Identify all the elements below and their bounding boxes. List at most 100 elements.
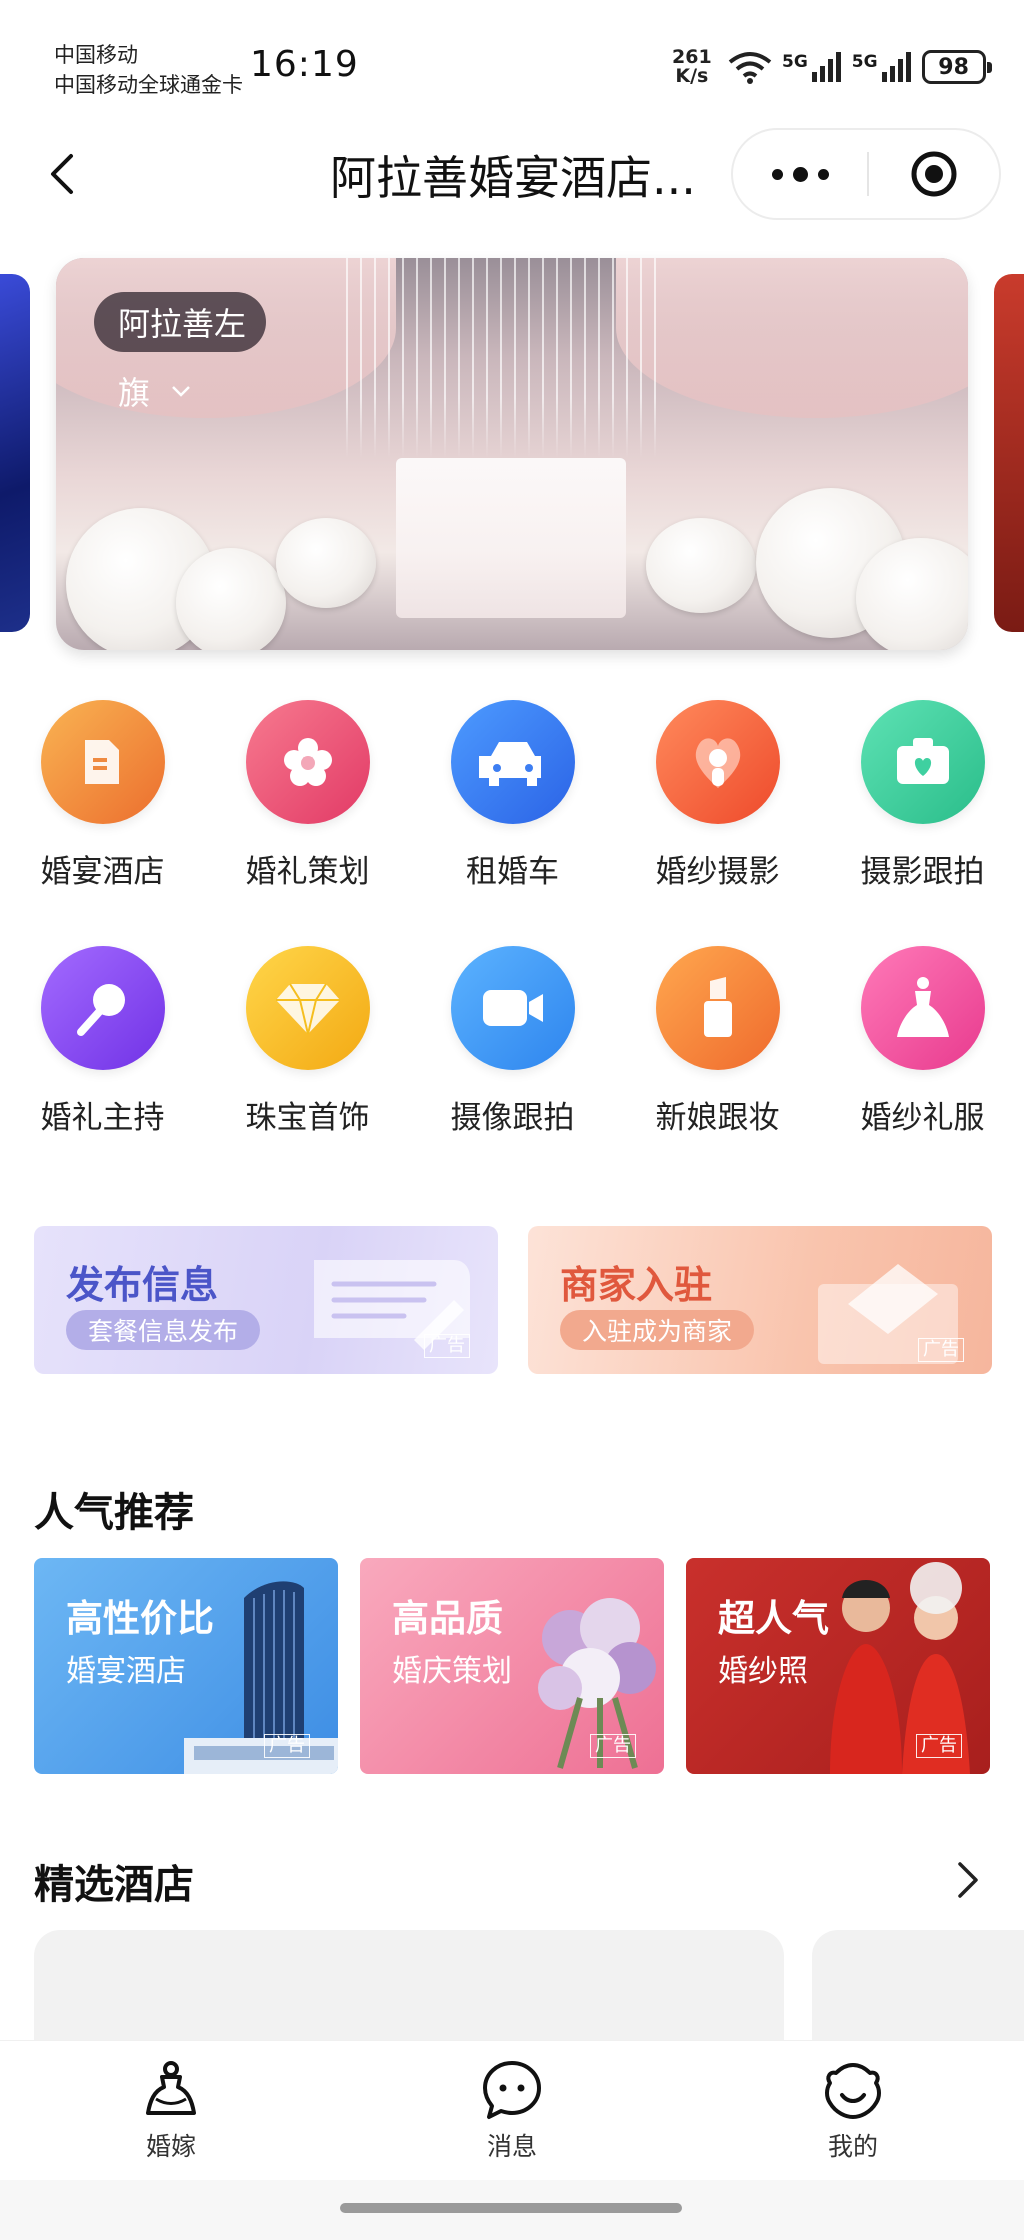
category-label: 珠宝首饰 xyxy=(245,1100,370,1136)
dress-icon xyxy=(860,946,985,1070)
category-photo-follow[interactable]: 摄影跟拍 xyxy=(820,700,1024,910)
category-label: 婚纱摄影 xyxy=(655,854,780,890)
hotels-section-title: 精选酒店 xyxy=(34,1862,194,1908)
category-wedding-dress[interactable]: 婚纱礼服 xyxy=(820,946,1024,1156)
chandelier-decoration xyxy=(346,258,666,458)
category-label: 摄影跟拍 xyxy=(860,854,985,890)
promo-title: 商家入驻 xyxy=(560,1263,713,1307)
rec-card-title: 超人气 xyxy=(718,1597,829,1640)
carrier-line-1: 中国移动 xyxy=(54,43,138,67)
category-label: 婚礼策划 xyxy=(245,854,370,890)
page-title: 阿拉善婚宴酒店... xyxy=(330,151,696,205)
chevron-right-icon xyxy=(958,1862,978,1898)
signal-bars-icon xyxy=(881,52,911,82)
rec-card-subtitle: 婚庆策划 xyxy=(392,1654,512,1689)
rec-card-title: 高品质 xyxy=(392,1597,503,1640)
category-wedding-hotel[interactable]: 婚宴酒店 xyxy=(0,700,205,910)
microphone-icon xyxy=(40,946,165,1070)
hotels-more-button[interactable] xyxy=(946,1858,990,1902)
category-wedding-host[interactable]: 婚礼主持 xyxy=(0,946,205,1156)
status-bar: 中国移动 中国移动全球通金卡 16:19 261 K/s 5G 5G 98 xyxy=(0,0,1024,120)
promo-title: 发布信息 xyxy=(66,1263,219,1307)
promo-pill: 入驻成为商家 xyxy=(560,1310,755,1350)
tab-label: 消息 xyxy=(486,2132,537,2161)
banner-prev-slide[interactable] xyxy=(0,274,30,632)
network-speed-unit: K/s xyxy=(675,65,709,87)
wifi-icon xyxy=(728,52,772,84)
flower-icon xyxy=(245,700,370,824)
promo-publish-info[interactable]: 发布信息 套餐信息发布 广告 xyxy=(34,1226,498,1374)
close-button[interactable] xyxy=(869,130,999,218)
hotel-icon xyxy=(40,700,165,824)
home-indicator[interactable] xyxy=(340,2203,682,2213)
category-bridal-makeup[interactable]: 新娘跟妆 xyxy=(615,946,820,1156)
ad-tag: 广告 xyxy=(424,1334,470,1358)
promo-merchant-join[interactable]: 商家入驻 入驻成为商家 广告 xyxy=(528,1226,992,1374)
battery-indicator: 98 xyxy=(921,50,992,84)
close-target-icon xyxy=(911,151,957,197)
signal-bars-icon xyxy=(811,52,841,82)
banner-slide[interactable]: 阿拉善左 旗 xyxy=(56,258,968,650)
back-arrow-icon xyxy=(51,154,73,194)
category-grid: 婚宴酒店 婚礼策划 租婚车 婚纱摄影 摄影跟拍 婚礼主持 珠宝首饰 摄像跟拍 新… xyxy=(0,700,1024,1160)
location-selector-line2[interactable]: 旗 xyxy=(118,368,192,414)
ad-tag: 广告 xyxy=(918,1338,964,1362)
carrier-line-2: 中国移动全球通金卡 xyxy=(54,73,243,97)
tab-messages[interactable]: 消息 xyxy=(432,2059,592,2169)
more-button[interactable] xyxy=(733,130,867,218)
portrait-icon xyxy=(655,700,780,824)
banner-next-slide[interactable] xyxy=(994,274,1024,632)
carrier-info: 中国移动 中国移动全球通金卡 xyxy=(54,40,244,100)
category-label: 婚礼主持 xyxy=(40,1100,165,1136)
category-jewelry[interactable]: 珠宝首饰 xyxy=(205,946,410,1156)
tab-label: 我的 xyxy=(827,2132,878,2161)
signal-5g-1: 5G xyxy=(782,52,842,82)
camera-icon xyxy=(860,700,985,824)
car-icon xyxy=(450,700,575,824)
more-dots-icon xyxy=(771,168,783,180)
category-label: 新娘跟妆 xyxy=(655,1100,780,1136)
wedding-stage xyxy=(396,458,626,618)
tab-home[interactable]: 婚嫁 xyxy=(91,2059,251,2169)
tab-label: 婚嫁 xyxy=(145,2132,196,2161)
category-wedding-photography[interactable]: 婚纱摄影 xyxy=(615,700,820,910)
rec-card-planning[interactable]: 高品质 婚庆策划 广告 xyxy=(360,1558,664,1774)
tab-bar: 婚嫁 消息 我的 xyxy=(0,2040,1024,2180)
category-label: 摄像跟拍 xyxy=(450,1100,575,1136)
bouquet-illustration xyxy=(538,1598,656,1769)
bride-icon xyxy=(146,2061,196,2115)
back-button[interactable] xyxy=(34,146,90,202)
video-icon xyxy=(450,946,575,1070)
message-icon xyxy=(483,2061,541,2119)
popular-section-title: 人气推荐 xyxy=(34,1490,194,1536)
promo-pill: 套餐信息发布 xyxy=(66,1310,261,1350)
rec-card-hotel[interactable]: 高性价比 婚宴酒店 广告 xyxy=(34,1558,338,1774)
rec-card-subtitle: 婚纱照 xyxy=(718,1654,808,1689)
category-wedding-planning[interactable]: 婚礼策划 xyxy=(205,700,410,910)
couple-illustration xyxy=(830,1562,970,1774)
location-selector[interactable]: 阿拉善左 xyxy=(94,292,266,352)
rec-card-title: 高性价比 xyxy=(66,1597,214,1640)
category-label: 租婚车 xyxy=(466,854,559,890)
category-label: 婚宴酒店 xyxy=(40,854,165,890)
rec-card-photo[interactable]: 超人气 婚纱照 广告 xyxy=(686,1558,990,1774)
ad-tag: 广告 xyxy=(590,1734,636,1758)
category-label: 婚纱礼服 xyxy=(860,1100,985,1136)
mini-program-capsule xyxy=(731,128,1001,220)
category-wedding-car[interactable]: 租婚车 xyxy=(410,700,615,910)
lipstick-icon xyxy=(655,946,780,1070)
system-gesture-area xyxy=(0,2180,1024,2240)
tab-profile[interactable]: 我的 xyxy=(773,2059,933,2169)
location-label: 阿拉善左 xyxy=(118,305,247,343)
status-time: 16:19 xyxy=(250,44,359,85)
category-video-follow[interactable]: 摄像跟拍 xyxy=(410,946,615,1156)
status-icons: 5G 5G 98 xyxy=(728,50,992,84)
ad-tag: 广告 xyxy=(264,1734,310,1758)
rec-card-subtitle: 婚宴酒店 xyxy=(66,1654,186,1689)
network-speed: 261 K/s xyxy=(672,48,712,86)
nav-bar: 阿拉善婚宴酒店... xyxy=(0,128,1024,220)
signal-5g-2: 5G xyxy=(852,52,912,82)
ad-tag: 广告 xyxy=(916,1734,962,1758)
diamond-icon xyxy=(245,946,370,1070)
chevron-down-icon xyxy=(172,386,190,397)
